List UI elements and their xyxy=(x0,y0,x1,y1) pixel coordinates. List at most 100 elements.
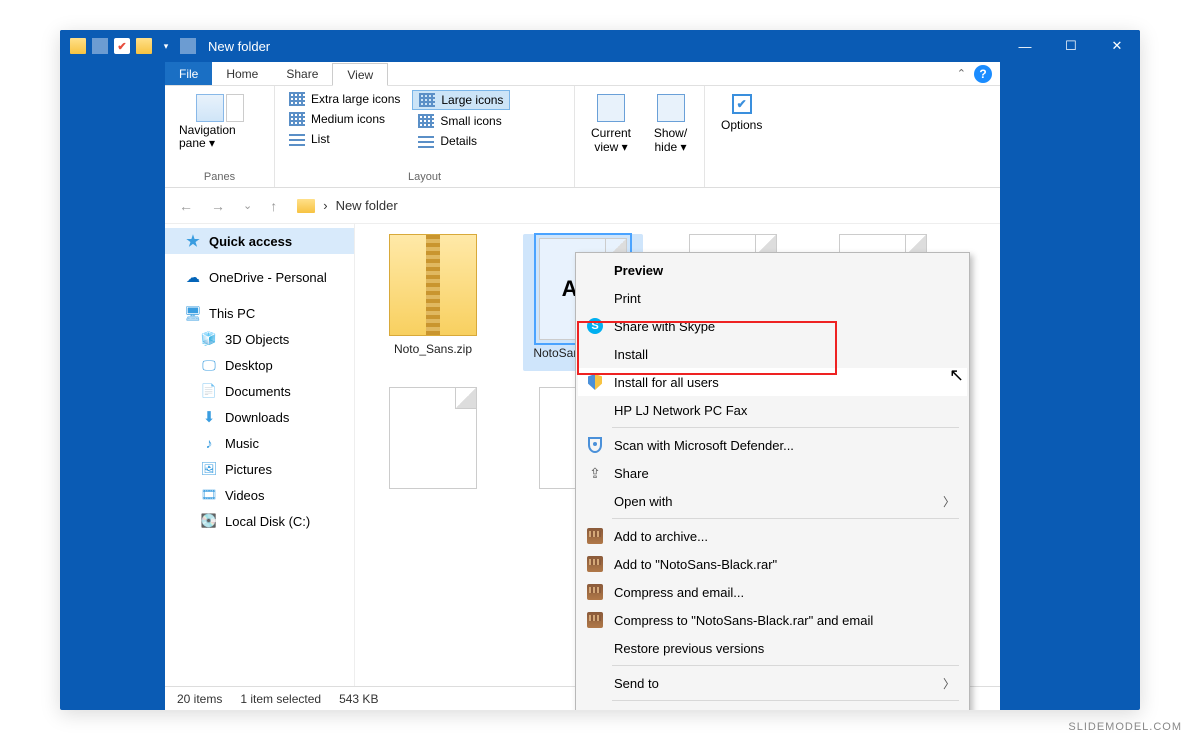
dropdown-icon[interactable]: ▾ xyxy=(158,38,174,54)
sidebar-music[interactable]: ♪Music xyxy=(165,430,354,456)
address-bar: ← → ⌄ ↑ › New folder xyxy=(165,188,1000,224)
ribbon: Navigation pane ▾ Panes Extra large icon… xyxy=(165,86,1000,188)
winrar-icon xyxy=(586,555,604,573)
sidebar-local-disk[interactable]: 💽Local Disk (C:) xyxy=(165,508,354,534)
chevron-right-icon: 〉 xyxy=(943,675,955,692)
current-view-button[interactable]: Current view ▾ xyxy=(583,90,639,158)
desktop-icon: 🖵 xyxy=(201,357,217,373)
winrar-icon xyxy=(586,611,604,629)
menu-defender[interactable]: Scan with Microsoft Defender... xyxy=(578,431,967,459)
selected-count: 1 item selected xyxy=(240,692,321,706)
details-option[interactable]: Details xyxy=(412,132,510,150)
defender-icon xyxy=(586,436,604,454)
ribbon-tabs: File Home Share View ⌃ ? xyxy=(165,62,1000,86)
selection-size: 543 KB xyxy=(339,692,378,706)
menu-share[interactable]: ⇪Share xyxy=(578,459,967,487)
menu-compress-rar-email[interactable]: Compress to "NotoSans-Black.rar" and ema… xyxy=(578,606,967,634)
panes-group-label: Panes xyxy=(173,169,266,187)
menu-share-skype[interactable]: SShare with Skype xyxy=(578,312,967,340)
menu-separator xyxy=(612,427,959,428)
forward-button[interactable]: → xyxy=(207,198,229,214)
minimize-button[interactable]: — xyxy=(1002,30,1048,62)
medium-icons-option[interactable]: Medium icons xyxy=(283,110,406,128)
folder-icon xyxy=(136,38,152,54)
view-tab[interactable]: View xyxy=(332,63,388,86)
explorer-frame: ✔ ▾ New folder — ☐ ✕ File Home Share Vie… xyxy=(60,30,1140,710)
music-icon: ♪ xyxy=(201,435,217,451)
show-hide-button[interactable]: Show/ hide ▾ xyxy=(645,90,696,158)
winrar-icon xyxy=(586,583,604,601)
navigation-pane-label: Navigation pane ▾ xyxy=(179,124,260,150)
sidebar-documents[interactable]: 📄Documents xyxy=(165,378,354,404)
document-icon: 📄 xyxy=(201,383,217,399)
up-button[interactable]: ↑ xyxy=(266,198,281,214)
check-icon: ✔ xyxy=(114,38,130,54)
menu-add-rar[interactable]: Add to "NotoSans-Black.rar" xyxy=(578,550,967,578)
breadcrumb-current: New folder xyxy=(336,198,398,213)
sidebar-nav: ★Quick access ☁OneDrive - Personal 🖥This… xyxy=(165,224,355,686)
file-item-zip[interactable]: Noto_Sans.zip xyxy=(373,234,493,371)
extra-large-icons-option[interactable]: Extra large icons xyxy=(283,90,406,108)
sidebar-pictures[interactable]: 🖼Pictures xyxy=(165,456,354,482)
sidebar-quick-access[interactable]: ★Quick access xyxy=(165,228,354,254)
list-option[interactable]: List xyxy=(283,130,406,148)
file-tab[interactable]: File xyxy=(165,62,212,85)
menu-preview[interactable]: Preview xyxy=(578,256,967,284)
folder-icon xyxy=(70,38,86,54)
titlebar[interactable]: ✔ ▾ New folder — ☐ ✕ xyxy=(60,30,1140,62)
menu-compress-email[interactable]: Compress and email... xyxy=(578,578,967,606)
context-menu: Preview Print SShare with Skype Install … xyxy=(575,252,970,710)
file-label: Noto_Sans.zip xyxy=(394,342,472,356)
menu-install[interactable]: Install xyxy=(578,340,967,368)
shield-icon xyxy=(586,373,604,391)
cloud-icon: ☁ xyxy=(185,269,201,285)
menu-open-with[interactable]: Open with〉 xyxy=(578,487,967,515)
window-title: New folder xyxy=(208,39,270,54)
sidebar-this-pc[interactable]: 🖥This PC xyxy=(165,300,354,326)
disk-icon: 💽 xyxy=(201,513,217,529)
menu-install-all-users[interactable]: Install for all users xyxy=(578,368,967,396)
separator xyxy=(180,38,196,54)
small-icons-option[interactable]: Small icons xyxy=(412,112,510,130)
item-count: 20 items xyxy=(177,692,222,706)
breadcrumb[interactable]: › New folder xyxy=(291,194,990,218)
sidebar-3d-objects[interactable]: 🧊3D Objects xyxy=(165,326,354,352)
help-icon[interactable]: ? xyxy=(974,65,992,83)
menu-add-archive[interactable]: Add to archive... xyxy=(578,522,967,550)
navigation-pane-button[interactable]: Navigation pane ▾ xyxy=(173,90,266,154)
options-button[interactable]: ✔Options xyxy=(713,90,770,136)
recent-dropdown[interactable]: ⌄ xyxy=(239,199,256,212)
download-icon: ⬇ xyxy=(201,409,217,425)
sidebar-desktop[interactable]: 🖵Desktop xyxy=(165,352,354,378)
menu-restore[interactable]: Restore previous versions xyxy=(578,634,967,662)
titlebar-quick-icons: ✔ ▾ xyxy=(70,38,196,54)
sidebar-onedrive[interactable]: ☁OneDrive - Personal xyxy=(165,264,354,290)
folder-icon xyxy=(297,199,315,213)
menu-print[interactable]: Print xyxy=(578,284,967,312)
cursor-icon: ↖ xyxy=(949,365,964,386)
collapse-ribbon-icon[interactable]: ⌃ xyxy=(957,67,966,80)
maximize-button[interactable]: ☐ xyxy=(1048,30,1094,62)
share-tab[interactable]: Share xyxy=(272,62,332,85)
video-icon: 🎞 xyxy=(201,487,217,503)
chevron-right-icon: › xyxy=(323,198,327,213)
sidebar-videos[interactable]: 🎞Videos xyxy=(165,482,354,508)
attribution-text: SLIDEMODEL.COM xyxy=(1068,721,1182,733)
back-button[interactable]: ← xyxy=(175,198,197,214)
picture-icon: 🖼 xyxy=(201,461,217,477)
large-icons-option[interactable]: Large icons xyxy=(412,90,510,110)
menu-hp-fax[interactable]: HP LJ Network PC Fax xyxy=(578,396,967,424)
sidebar-downloads[interactable]: ⬇Downloads xyxy=(165,404,354,430)
menu-send-to[interactable]: Send to〉 xyxy=(578,669,967,697)
chevron-right-icon: 〉 xyxy=(943,493,955,510)
menu-separator xyxy=(612,665,959,666)
close-button[interactable]: ✕ xyxy=(1094,30,1140,62)
separator xyxy=(92,38,108,54)
star-icon: ★ xyxy=(185,233,201,249)
menu-cut[interactable]: Cut xyxy=(578,704,967,710)
winrar-icon xyxy=(586,527,604,545)
zip-icon xyxy=(389,234,477,336)
file-item[interactable] xyxy=(373,387,493,489)
home-tab[interactable]: Home xyxy=(212,62,272,85)
share-icon: ⇪ xyxy=(586,464,604,482)
